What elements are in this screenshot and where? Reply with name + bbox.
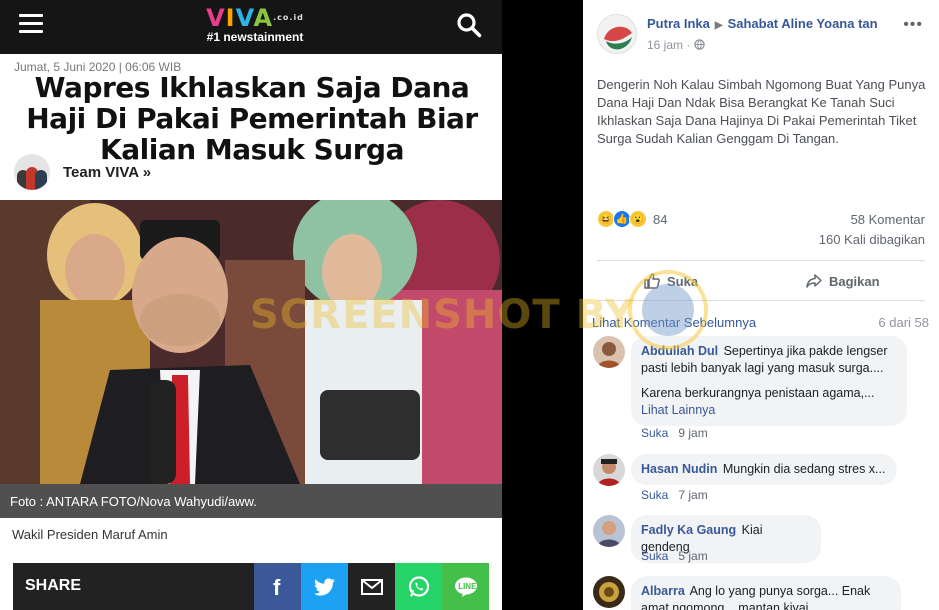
share-button[interactable]: Bagikan xyxy=(805,270,880,292)
line-share-button[interactable]: LINE xyxy=(442,563,489,610)
reaction-count: 84 xyxy=(653,211,668,227)
photo-subcaption-bar: Wakil Presiden Maruf Amin xyxy=(0,518,502,550)
comment-meta: Suka 5 jam xyxy=(641,549,708,563)
comment-bubble: Albarra Ang lo yang punya sorga... Enak … xyxy=(631,576,901,610)
post-target-group[interactable]: Sahabat Aline Yoana tan xyxy=(728,16,878,31)
globe-icon xyxy=(693,39,705,50)
share-label: SHARE xyxy=(25,577,82,594)
comment-bubble: Abdullah Dul Sepertinya jika pakde lengs… xyxy=(631,336,907,426)
shares-count[interactable]: 160 Kali dibagikan xyxy=(819,232,925,247)
comment-time[interactable]: 5 jam xyxy=(678,549,707,563)
comments-count[interactable]: 58 Komentar xyxy=(851,212,925,227)
share-bar: SHARE f LINE xyxy=(0,550,502,610)
search-icon[interactable] xyxy=(456,12,482,38)
author-name: Team VIVA » xyxy=(63,163,152,181)
article-photo xyxy=(0,200,502,484)
line-icon: LINE xyxy=(454,577,477,597)
email-share-button[interactable] xyxy=(348,563,395,610)
comment-like-link[interactable]: Suka xyxy=(641,488,668,502)
twitter-share-button[interactable] xyxy=(301,563,348,610)
divider-top xyxy=(597,260,925,261)
share-label-box: SHARE xyxy=(13,563,254,610)
viva-logo[interactable]: VIVA.co.id #1 newstainment xyxy=(195,6,315,46)
comment-text-continued: Karena berkurangnya penistaan agama,... xyxy=(641,386,875,400)
comments-pager: 6 dari 58 xyxy=(878,315,929,330)
viva-header: VIVA.co.id #1 newstainment xyxy=(0,0,502,54)
post-text: Dengerin Noh Kalau Simbah Ngomong Buat Y… xyxy=(597,77,926,146)
commenter-name[interactable]: Hasan Nudin xyxy=(641,462,717,476)
like-label: Suka xyxy=(667,273,699,289)
article-headline: Wapres Ikhlaskan Saja Dana Haji Di Pakai… xyxy=(26,71,478,166)
svg-text:LINE: LINE xyxy=(458,582,477,591)
see-more-link[interactable]: Lihat Lainnya xyxy=(641,402,897,419)
commenter-avatar[interactable] xyxy=(593,336,625,368)
facebook-post: Putra Inka ▶ Sahabat Aline Yoana tan 16 ja… xyxy=(583,0,939,610)
commenter-name[interactable]: Albarra xyxy=(641,584,685,598)
whatsapp-share-button[interactable] xyxy=(395,563,442,610)
comment-meta: Suka 7 jam xyxy=(641,488,708,502)
commenter-avatar[interactable] xyxy=(593,515,625,547)
author-avatar xyxy=(14,154,50,190)
article-author[interactable]: Team VIVA » xyxy=(14,154,151,190)
comment-time[interactable]: 7 jam xyxy=(678,488,707,502)
logo-domain: .co.id xyxy=(273,13,304,22)
comment-bubble: Hasan Nudin Mungkin dia sedang stres x..… xyxy=(631,454,897,485)
article-screenshot: VIVA.co.id #1 newstainment Jumat, 5 Juni… xyxy=(0,0,502,610)
commenter-avatar[interactable] xyxy=(593,454,625,486)
photo-caption: Foto : ANTARA FOTO/Nova Wahyudi/aww. xyxy=(10,494,257,509)
like-button[interactable]: Suka xyxy=(643,270,698,292)
post-author-line: Putra Inka ▶ Sahabat Aline Yoana tan xyxy=(647,16,878,31)
facebook-share-button[interactable]: f xyxy=(254,563,301,610)
comment-time[interactable]: 9 jam xyxy=(678,426,707,440)
post-author-name[interactable]: Putra Inka xyxy=(647,16,710,31)
screenshot-root: VIVA.co.id #1 newstainment Jumat, 5 Juni… xyxy=(0,0,939,610)
comment-text: Mungkin dia sedang stres x... xyxy=(722,462,886,476)
comment-meta: Suka 9 jam xyxy=(641,426,708,440)
menu-icon[interactable] xyxy=(19,14,43,34)
whatsapp-icon xyxy=(408,575,429,597)
thumbs-up-icon xyxy=(644,273,660,289)
reactions-summary[interactable]: 😆 👍 😮 84 xyxy=(597,210,667,228)
post-header: Putra Inka ▶ Sahabat Aline Yoana tan 16 ja… xyxy=(597,14,939,58)
commenter-name[interactable]: Abdullah Dul xyxy=(641,344,718,358)
svg-text:f: f xyxy=(273,576,281,598)
photo-caption-bar: Foto : ANTARA FOTO/Nova Wahyudi/aww. xyxy=(0,484,502,518)
twitter-icon xyxy=(313,577,335,596)
view-previous-comments-link[interactable]: Lihat Komentar Sebelumnya xyxy=(592,315,756,330)
comment-like-link[interactable]: Suka xyxy=(641,549,668,563)
poster-avatar[interactable] xyxy=(597,14,637,54)
email-icon xyxy=(360,578,383,595)
divider-bottom xyxy=(597,300,925,301)
commenter-name[interactable]: Fadly Ka Gaung xyxy=(641,523,736,537)
comment-like-link[interactable]: Suka xyxy=(641,426,668,440)
logo-tagline: #1 newstainment xyxy=(206,30,304,44)
wow-reaction-icon: 😮 xyxy=(629,210,647,228)
facebook-icon: f xyxy=(273,576,281,598)
share-label-fb: Bagikan xyxy=(829,273,880,289)
post-timestamp[interactable]: 16 jam · xyxy=(647,38,705,52)
photo-subcaption: Wakil Presiden Maruf Amin xyxy=(12,527,168,542)
commenter-avatar[interactable] xyxy=(593,576,625,608)
article-header: Jumat, 5 Juni 2020 | 06:06 WIB Wapres Ik… xyxy=(0,54,502,200)
caret-right-icon: ▶ xyxy=(714,20,723,31)
more-options-icon[interactable]: ••• xyxy=(903,16,923,34)
photo-illustration xyxy=(0,200,502,484)
share-arrow-icon xyxy=(806,274,822,288)
post-time-text: 16 jam xyxy=(647,38,684,52)
